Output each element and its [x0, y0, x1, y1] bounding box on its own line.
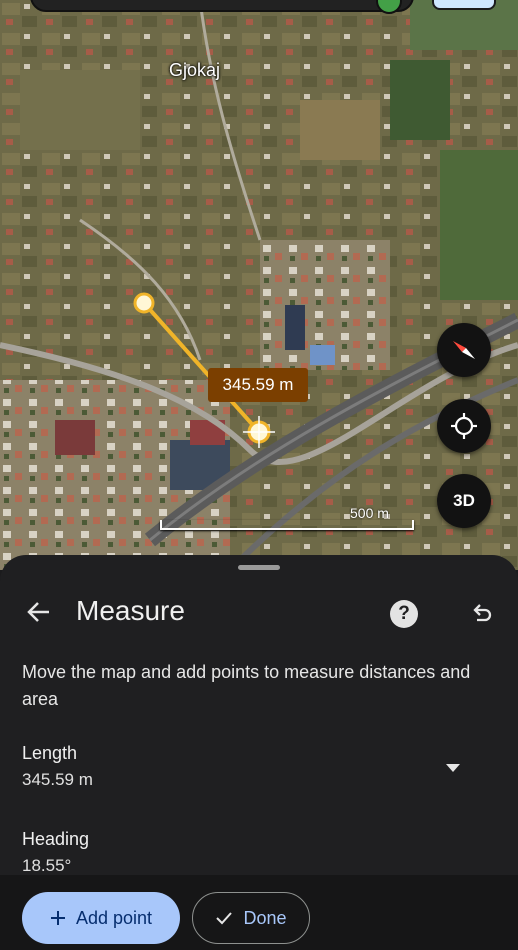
action-bar: Add point Done [0, 875, 518, 950]
place-label: Gjokaj [169, 60, 221, 80]
compass-button[interactable] [437, 323, 491, 377]
account-avatar-icon[interactable] [376, 0, 402, 14]
3d-toggle-button[interactable]: 3D [437, 474, 491, 528]
my-location-icon [451, 413, 477, 439]
layers-icon[interactable] [432, 0, 496, 10]
undo-icon [473, 604, 492, 622]
compass-icon [453, 341, 475, 359]
undo-button[interactable] [466, 599, 496, 629]
scale-bar [160, 520, 414, 530]
length-value: 345.59 m [22, 770, 93, 789]
page-title: Measure [76, 595, 185, 626]
drag-handle[interactable] [238, 565, 280, 570]
done-button[interactable]: Done [192, 892, 310, 944]
my-location-button[interactable] [437, 399, 491, 453]
back-arrow-icon [27, 602, 49, 622]
heading-value: 18.55° [22, 856, 72, 875]
add-point-button[interactable]: Add point [22, 892, 180, 944]
chevron-down-icon [446, 764, 460, 772]
back-button[interactable] [22, 595, 56, 629]
add-point-label: Add point [75, 907, 153, 928]
check-icon [216, 912, 233, 925]
distance-label: 345.59 m [208, 368, 308, 402]
help-icon[interactable]: ? [390, 600, 418, 628]
map-view[interactable]: Gjokaj 345.59 m 3D 500 m [0, 0, 518, 570]
done-label: Done [243, 907, 287, 928]
plus-icon [50, 911, 65, 925]
search-bar[interactable] [30, 0, 414, 14]
scale-label: 500 m [350, 505, 389, 521]
length-label: Length [22, 743, 78, 763]
instructions-text: Move the map and add points to measure d… [22, 662, 471, 709]
satellite-imagery [0, 0, 518, 570]
measure-point-start[interactable] [133, 292, 155, 314]
expand-details-button[interactable] [444, 761, 462, 773]
heading-label: Heading [22, 829, 90, 849]
